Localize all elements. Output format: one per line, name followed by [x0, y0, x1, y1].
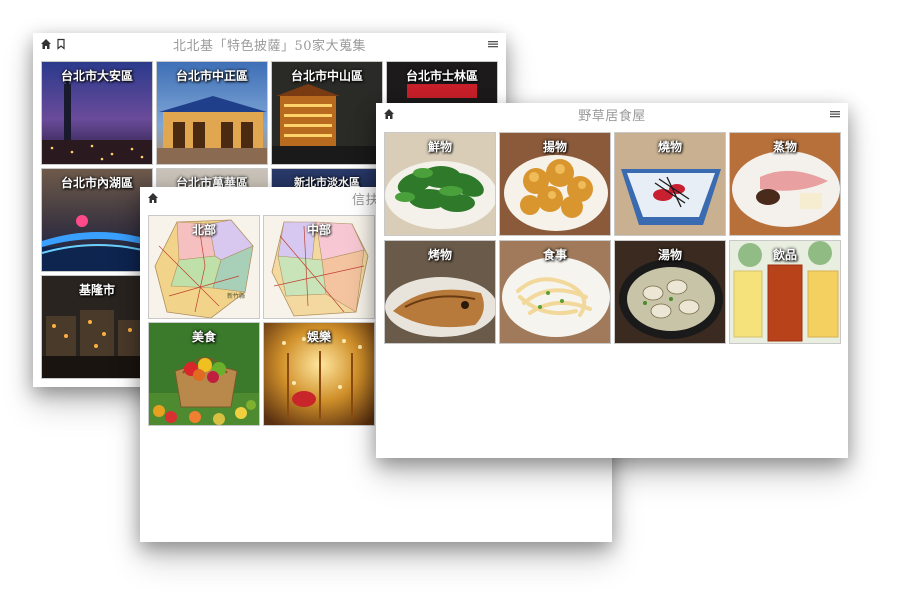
- menu-tile-fried[interactable]: 揚物: [499, 132, 611, 236]
- tile-label: 台北市中山區: [290, 69, 363, 83]
- district-tile-daan[interactable]: 台北市大安區: [41, 61, 153, 165]
- district-tile-keelung[interactable]: 基隆市: [41, 275, 153, 379]
- page-title: 北北基「特色披薩」50家大蒐集: [172, 38, 367, 54]
- home-icon[interactable]: [147, 192, 159, 204]
- tile-label: 台北市內湖區: [60, 176, 133, 190]
- district-tile-zhongshan[interactable]: 台北市中山區: [271, 61, 383, 165]
- tile-label: 台北市中正區: [175, 69, 248, 83]
- menu-tile-meal[interactable]: 食事: [499, 240, 611, 344]
- title-bar: 北北基「特色披薩」50家大蒐集: [33, 33, 506, 55]
- menu-tile-grilled[interactable]: 烤物: [384, 240, 496, 344]
- menu-tile-drinks[interactable]: 飲品: [729, 240, 841, 344]
- menu-tile-steamed[interactable]: 蒸物: [729, 132, 841, 236]
- tile-label: 娛樂: [306, 330, 331, 344]
- region-tile-food[interactable]: 美食: [148, 322, 260, 426]
- tile-label: 揚物: [542, 140, 567, 154]
- map-county-label: 新竹縣: [227, 292, 245, 300]
- tile-label: 鮮物: [427, 140, 452, 154]
- home-icon[interactable]: [40, 38, 52, 50]
- tile-label: 飲品: [772, 248, 797, 262]
- tile-label: 北部: [191, 223, 216, 237]
- tile-label: 烤物: [427, 248, 452, 262]
- title-bar: 野草居食屋: [376, 103, 848, 125]
- tile-label: 美食: [191, 330, 216, 344]
- menu-icon[interactable]: [829, 108, 841, 120]
- tile-label: 湯物: [657, 248, 682, 262]
- bookmark-icon[interactable]: [55, 38, 67, 50]
- tile-label: 燒物: [657, 140, 682, 154]
- menu-tile-grilled-dish[interactable]: 燒物: [614, 132, 726, 236]
- menu-icon[interactable]: [487, 38, 499, 50]
- izakaya-menu-panel: 野草居食屋 鮮物 揚物 燒物 蒸物 烤物 食事 湯物 飲品: [376, 103, 848, 458]
- tile-label: 中部: [306, 223, 331, 237]
- page-title: 信扶: [352, 192, 380, 208]
- region-tile-north[interactable]: 新竹縣 北部: [148, 215, 260, 319]
- page-title: 野草居食屋: [578, 108, 646, 124]
- district-tile-zhongzheng[interactable]: 台北市中正區: [156, 61, 268, 165]
- home-icon[interactable]: [383, 108, 395, 120]
- region-tile-entertainment[interactable]: 娛樂: [263, 322, 375, 426]
- tile-label: 台北市大安區: [60, 69, 133, 83]
- tile-label: 食事: [542, 248, 567, 262]
- tile-label: 基隆市: [78, 283, 115, 297]
- region-tile-central[interactable]: 中部: [263, 215, 375, 319]
- menu-tile-soup[interactable]: 湯物: [614, 240, 726, 344]
- menu-tile-fresh[interactable]: 鮮物: [384, 132, 496, 236]
- tile-label: 台北市士林區: [405, 69, 478, 83]
- tile-label: 蒸物: [772, 140, 797, 154]
- district-tile-neihu[interactable]: 台北市內湖區: [41, 168, 153, 272]
